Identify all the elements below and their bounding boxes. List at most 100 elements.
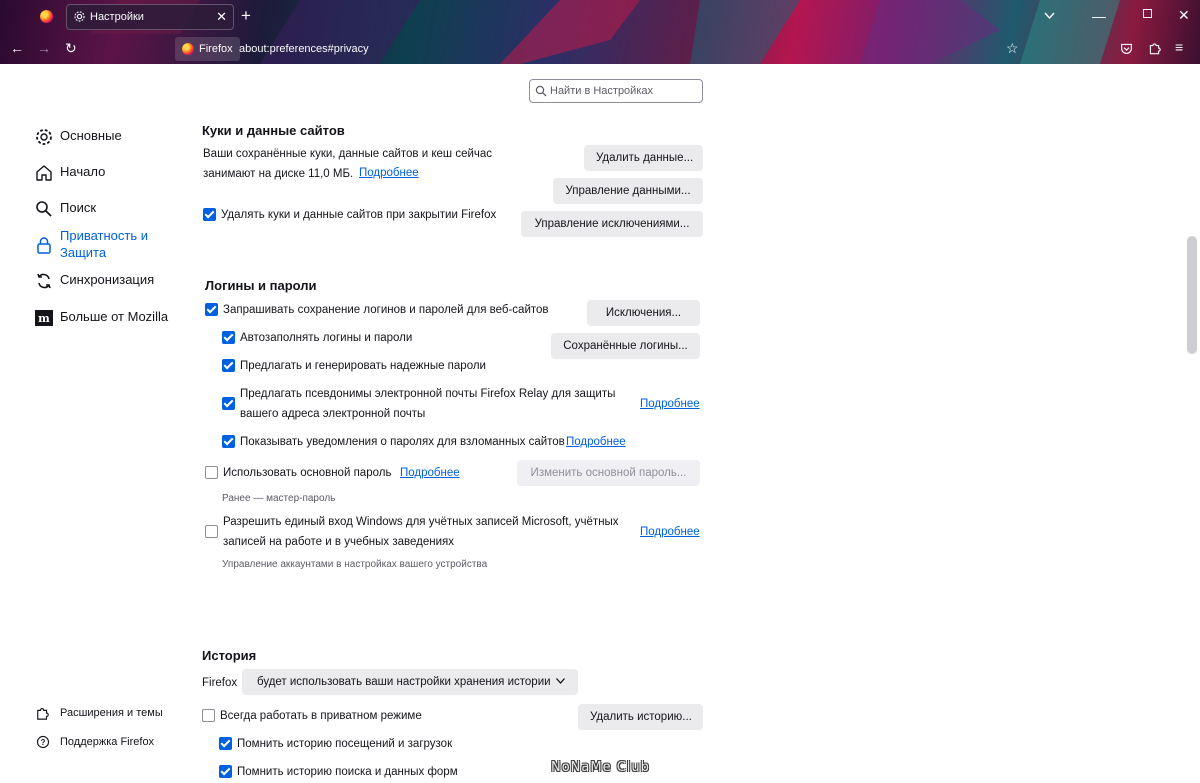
always-private-checkbox[interactable]: Всегда работать в приватном режиме bbox=[202, 706, 422, 726]
maximize-icon[interactable] bbox=[1143, 9, 1152, 18]
windows-sso-checkbox[interactable]: Разрешить единый вход Windows для учётны… bbox=[205, 512, 619, 552]
windows-sso-note: Управление аккаунтами в настройках вашег… bbox=[222, 559, 488, 570]
tab-settings[interactable]: Настройки ✕ bbox=[66, 4, 234, 30]
checkbox-checked[interactable] bbox=[205, 303, 218, 316]
url-text[interactable]: about:preferences#privacy bbox=[239, 37, 369, 61]
remember-search-checkbox[interactable]: Помнить историю поиска и данных форм bbox=[219, 762, 458, 782]
search-icon bbox=[36, 201, 52, 217]
reload-icon[interactable]: ↻ bbox=[65, 40, 77, 56]
svg-text:m: m bbox=[38, 312, 50, 325]
checkbox-unchecked[interactable] bbox=[205, 525, 218, 538]
sidebar-item-home[interactable]: Начало bbox=[34, 163, 105, 183]
svg-text:?: ? bbox=[41, 738, 46, 747]
identity-box[interactable]: Firefox bbox=[175, 37, 240, 61]
sidebar-item-label: Основные bbox=[60, 128, 122, 143]
sidebar-footer-support[interactable]: ? Поддержка Firefox bbox=[36, 735, 154, 749]
relay-learn-more-link[interactable]: Подробнее bbox=[640, 398, 700, 410]
primary-password-checkbox[interactable]: Использовать основной пароль bbox=[205, 463, 391, 483]
checkbox-label: Использовать основной пароль bbox=[223, 467, 392, 479]
firefox-logo-icon[interactable] bbox=[40, 10, 53, 23]
history-heading: История bbox=[202, 648, 257, 663]
history-mode-value: будет использовать ваши настройки хранен… bbox=[257, 676, 551, 688]
history-mode-select[interactable]: будет использовать ваши настройки хранен… bbox=[242, 669, 578, 695]
checkbox-label: Запрашивать сохранение логинов и паролей… bbox=[223, 304, 549, 316]
checkbox-label: Показывать уведомления о паролях для взл… bbox=[240, 436, 565, 448]
checkbox-label: Помнить историю поиска и данных форм bbox=[237, 766, 458, 778]
gear-icon bbox=[74, 11, 85, 22]
sidebar-item-general[interactable]: Основные bbox=[34, 127, 122, 147]
sidebar-item-label: Синхронизация bbox=[60, 272, 155, 287]
sidebar-item-sync[interactable]: Синхронизация bbox=[34, 271, 154, 291]
sidebar-footer-label: Расширения и темы bbox=[60, 707, 163, 719]
close-window-icon[interactable]: ✕ bbox=[1178, 7, 1190, 23]
pocket-icon[interactable] bbox=[1120, 42, 1133, 55]
manage-exceptions-button[interactable]: Управление исключениями... bbox=[521, 211, 703, 237]
checkbox-unchecked[interactable] bbox=[205, 466, 218, 479]
sidebar-footer-label: Поддержка Firefox bbox=[60, 736, 155, 748]
minimize-icon[interactable]: — bbox=[1092, 8, 1106, 24]
app-menu-icon[interactable]: ≡ bbox=[1175, 39, 1183, 55]
checkbox-checked[interactable] bbox=[222, 435, 235, 448]
url-bar[interactable]: Firefox about:preferences#privacy bbox=[175, 37, 1035, 61]
tab-title: Настройки bbox=[90, 11, 144, 23]
ask-to-save-logins-checkbox[interactable]: Запрашивать сохранение логинов и паролей… bbox=[205, 300, 549, 320]
new-tab-button[interactable]: + bbox=[241, 7, 251, 24]
sidebar-item-search[interactable]: Поиск bbox=[34, 199, 96, 219]
autofill-logins-checkbox[interactable]: Автозаполнять логины и пароли bbox=[222, 328, 412, 348]
sidebar: Основные Начало Поиск Приватность и Защи… bbox=[0, 64, 190, 783]
help-icon: ? bbox=[36, 735, 50, 749]
windows-sso-line2: записей на работе и в учебных заведениях bbox=[223, 536, 455, 548]
clear-data-button[interactable]: Удалить данные... bbox=[584, 145, 703, 171]
search-input[interactable] bbox=[550, 83, 698, 99]
primary-password-learn-more-link[interactable]: Подробнее bbox=[400, 467, 460, 479]
sidebar-item-more-from-mozilla[interactable]: m Больше от Mozilla bbox=[34, 308, 168, 328]
manage-data-button[interactable]: Управление данными... bbox=[553, 178, 703, 204]
sidebar-footer-extensions[interactable]: Расширения и темы bbox=[36, 706, 163, 720]
forward-icon[interactable]: → bbox=[37, 40, 51, 56]
home-icon bbox=[36, 165, 52, 181]
remember-browsing-checkbox[interactable]: Помнить историю посещений и загрузок bbox=[219, 734, 452, 754]
cookies-usage-line2: занимают на диске 11,0 МБ. bbox=[203, 168, 354, 180]
checkbox-checked[interactable] bbox=[222, 331, 235, 344]
back-icon[interactable]: ← bbox=[10, 40, 24, 56]
breach-learn-more-link[interactable]: Подробнее bbox=[566, 436, 626, 448]
lock-icon bbox=[37, 237, 51, 254]
sync-icon bbox=[37, 273, 51, 289]
checkbox-checked[interactable] bbox=[219, 737, 232, 750]
checkbox-label: Разрешить единый вход Windows для учётны… bbox=[223, 512, 619, 552]
checkbox-checked[interactable] bbox=[222, 359, 235, 372]
checkbox-unchecked[interactable] bbox=[202, 709, 215, 722]
firefox-logo-icon bbox=[182, 43, 194, 55]
close-tab-icon[interactable]: ✕ bbox=[216, 9, 227, 25]
checkbox-checked[interactable] bbox=[222, 397, 235, 410]
relay-line2: вашего адреса электронной почты bbox=[240, 408, 426, 420]
checkbox-checked[interactable] bbox=[219, 765, 232, 778]
breach-alerts-checkbox[interactable]: Показывать уведомления о паролях для взл… bbox=[222, 432, 565, 452]
relay-checkbox[interactable]: Предлагать псевдонимы электронной почты … bbox=[222, 384, 615, 424]
checkbox-checked[interactable] bbox=[203, 208, 216, 221]
cookies-learn-more-link[interactable]: Подробнее bbox=[359, 167, 419, 179]
tab-bar: Настройки ✕ + — ✕ bbox=[0, 0, 1200, 33]
checkbox-label: Всегда работать в приватном режиме bbox=[220, 710, 422, 722]
windows-sso-line1: Разрешить единый вход Windows для учётны… bbox=[223, 516, 619, 528]
list-all-tabs-icon[interactable] bbox=[1044, 12, 1055, 19]
primary-password-note: Ранее — мастер-пароль bbox=[222, 493, 336, 504]
sidebar-item-privacy[interactable]: Приватность и Защита bbox=[34, 227, 148, 261]
checkbox-label: Автозаполнять логины и пароли bbox=[240, 332, 413, 344]
login-exceptions-button[interactable]: Исключения... bbox=[587, 300, 700, 326]
change-primary-password-button[interactable]: Изменить основной пароль... bbox=[517, 460, 700, 486]
generate-passwords-checkbox[interactable]: Предлагать и генерировать надежные парол… bbox=[222, 356, 486, 376]
scrollbar[interactable] bbox=[1185, 64, 1200, 783]
windows-sso-learn-more-link[interactable]: Подробнее bbox=[640, 526, 700, 538]
logins-heading: Логины и пароли bbox=[205, 278, 317, 293]
extensions-icon[interactable] bbox=[1148, 41, 1161, 55]
saved-logins-button[interactable]: Сохранённые логины... bbox=[551, 333, 700, 359]
checkbox-label: Предлагать псевдонимы электронной почты … bbox=[240, 384, 615, 424]
delete-cookies-on-close-checkbox[interactable]: Удалять куки и данные сайтов при закрыти… bbox=[203, 205, 496, 225]
clear-history-button[interactable]: Удалить историю... bbox=[578, 704, 703, 730]
gear-icon bbox=[36, 129, 52, 145]
chevron-down-icon bbox=[556, 678, 565, 684]
search-box[interactable] bbox=[529, 79, 703, 103]
bookmark-star-icon[interactable]: ☆ bbox=[1006, 40, 1019, 56]
scrollbar-thumb[interactable] bbox=[1187, 236, 1197, 354]
